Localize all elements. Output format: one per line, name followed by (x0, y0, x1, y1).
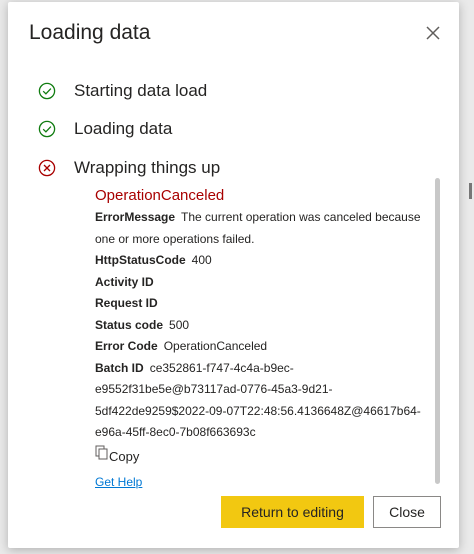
check-circle-icon (38, 82, 56, 100)
status-code-value: 500 (169, 317, 190, 332)
dialog-title: Loading data (29, 21, 151, 44)
step-label: Wrapping things up (74, 158, 221, 177)
return-to-editing-button[interactable]: Return to editing (221, 496, 364, 528)
activity-id-row: Activity ID (95, 272, 425, 294)
step-loading-data: Loading data (38, 116, 172, 142)
batch-id-value-line3: 5df422de9259$2022-09-07T22:48:56.4136648… (95, 403, 421, 418)
http-status-value: 400 (191, 253, 212, 267)
close-icon[interactable] (424, 24, 442, 42)
step-wrapping-things-up: Wrapping things up (38, 155, 220, 181)
background-edge-mark (469, 183, 472, 199)
activity-id-key: Activity ID (95, 274, 154, 289)
error-message-key: ErrorMessage (95, 210, 176, 224)
copy-icon (95, 445, 109, 469)
status-code-row: Status code 500 (95, 315, 425, 337)
http-status-key: HttpStatusCode (95, 253, 186, 267)
error-title: OperationCanceled (95, 187, 225, 204)
error-message-value: The current operation was canceled becau… (181, 210, 421, 224)
error-code-key: Error Code (95, 339, 158, 353)
step-starting-data-load: Starting data load (38, 78, 207, 104)
error-details: OperationCanceled ErrorMessage The curren… (95, 185, 425, 493)
batch-id-value-line2: e9552f31be5e@b73117ad-0776-45a3-9d21- (95, 382, 333, 396)
status-code-key: Status code (95, 317, 164, 332)
http-status-row: HttpStatusCode 400 (95, 250, 425, 272)
batch-id-key: Batch ID (95, 360, 144, 375)
check-circle-icon (38, 120, 56, 138)
get-help-link[interactable]: Get Help (95, 475, 142, 489)
error-message-row: ErrorMessage The current operation was ca… (95, 207, 425, 229)
copy-label: Copy (109, 448, 140, 464)
step-label: Loading data (74, 119, 173, 138)
loading-data-dialog: Loading data Starting data load Loading … (8, 2, 459, 548)
error-message-continued: one or more operations failed. (95, 231, 255, 246)
request-id-key: Request ID (95, 296, 158, 310)
batch-id-row: Batch ID ce352861-f747-4c4a-b9ec- (95, 358, 425, 380)
batch-id-value-line1: ce352861-f747-4c4a-b9ec- (149, 360, 294, 375)
copy-button[interactable]: Copy (95, 445, 425, 469)
details-scrollbar[interactable] (435, 178, 440, 484)
batch-id-value-line4: e96a-45ff-8ec0-7b08f663693c (95, 425, 256, 439)
request-id-row: Request ID (95, 293, 425, 315)
close-button[interactable]: Close (373, 496, 441, 528)
step-label: Starting data load (74, 81, 208, 100)
error-code-row: Error Code OperationCanceled (95, 336, 425, 358)
x-circle-icon (38, 159, 56, 177)
error-code-value: OperationCanceled (163, 339, 268, 353)
